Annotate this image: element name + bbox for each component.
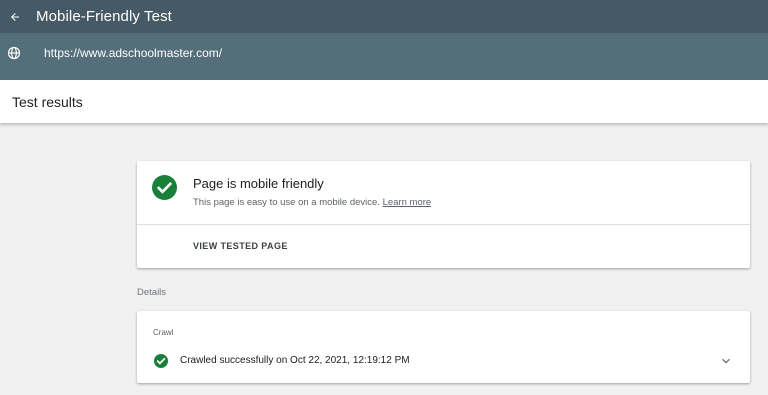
check-circle-icon — [154, 354, 168, 368]
status-subtitle-text: This page is easy to use on a mobile dev… — [193, 197, 380, 208]
view-tested-page-button[interactable]: VIEW TESTED PAGE — [193, 241, 288, 251]
status-title: Page is mobile friendly — [193, 176, 324, 191]
arrow-back-icon — [11, 12, 19, 21]
crawl-card: Crawl Crawled successfully on Oct 22, 20… — [137, 311, 750, 383]
back-button[interactable] — [0, 0, 30, 33]
result-card: Page is mobile friendly This page is eas… — [137, 161, 750, 268]
app-bar: Mobile-Friendly Test — [0, 0, 768, 33]
url-bar: https://www.adschoolmaster.com/ — [0, 33, 768, 73]
results-header: Test results — [0, 80, 768, 123]
app-title: Mobile-Friendly Test — [36, 8, 172, 25]
status-subtitle: This page is easy to use on a mobile dev… — [193, 197, 431, 208]
globe-icon — [7, 45, 23, 61]
page-title: Test results — [12, 93, 83, 110]
learn-more-link[interactable]: Learn more — [383, 197, 432, 208]
crawl-status-text: Crawled successfully on Oct 22, 2021, 12… — [180, 355, 410, 366]
chevron-down-icon[interactable] — [721, 356, 731, 366]
status-row: Page is mobile friendly This page is eas… — [137, 161, 750, 224]
check-circle-icon — [152, 175, 177, 200]
crawl-status-row[interactable]: Crawled successfully on Oct 22, 2021, 12… — [137, 349, 750, 373]
crawl-label: Crawl — [153, 328, 174, 337]
divider — [137, 224, 750, 225]
tested-url[interactable]: https://www.adschoolmaster.com/ — [44, 46, 222, 60]
details-label: Details — [137, 287, 167, 298]
